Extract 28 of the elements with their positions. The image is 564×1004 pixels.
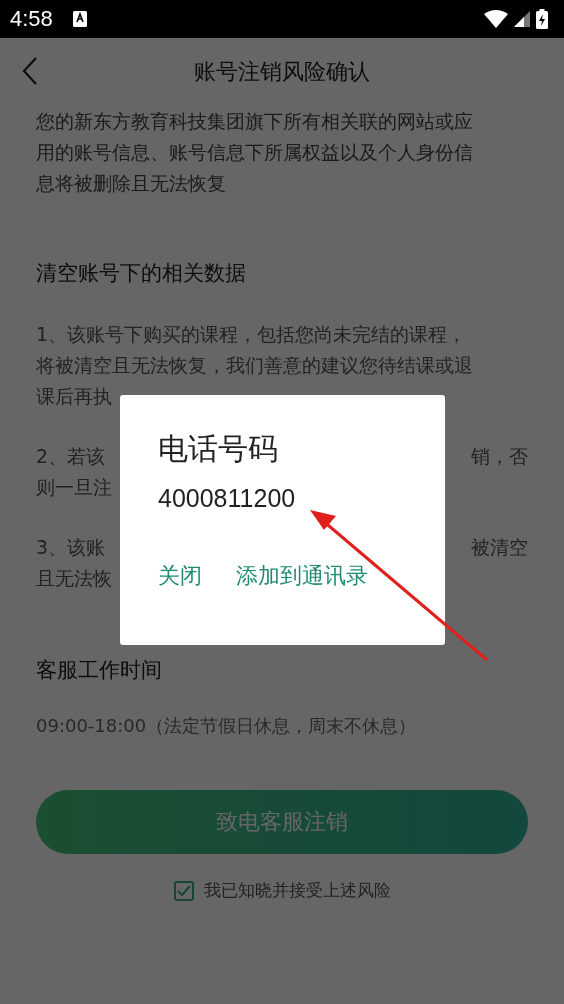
wifi-icon	[484, 10, 508, 28]
body-text: 1、该账号下购买的课程，包括您尚未完结的课程，	[36, 322, 467, 347]
intro-text: 用的账号信息、账号信息下所属权益以及个人身份信	[36, 140, 474, 165]
phone-number: 4000811200	[158, 484, 297, 513]
agreement-text: 我已知晓并接受上述风险	[203, 879, 391, 902]
intro-text: 您的新东方教育科技集团旗下所有相关联的网站或应	[36, 109, 474, 134]
section-heading: 客服工作时间	[35, 657, 163, 684]
body-text: 且无法恢	[36, 566, 112, 591]
back-icon[interactable]	[22, 57, 38, 85]
section-heading: 清空账号下的相关数据	[35, 260, 247, 287]
dialog-button[interactable]: 关闭	[152, 557, 208, 595]
body-text: 销，否	[471, 444, 528, 469]
body-text: 则一旦注	[36, 475, 112, 500]
dialog-button[interactable]: 添加到通讯录	[230, 557, 374, 595]
body-text: 将被清空且无法恢复，我们善意的建议您待结课或退	[36, 353, 473, 378]
keyboard-notification-icon	[72, 11, 87, 27]
service-hours-text: 09:00-18:00（法定节假日休息，周末不休息）	[35, 714, 418, 738]
page-title: 账号注销风险确认	[194, 58, 370, 86]
checkbox[interactable]	[173, 880, 194, 901]
body-text: 3、该账	[36, 535, 106, 560]
body-text: 课后再执	[36, 384, 112, 409]
signal-icon	[514, 11, 530, 27]
body-text: 2、若该	[36, 444, 106, 469]
dialog-title: 电话号码	[158, 430, 279, 468]
intro-text: 息将被删除且无法恢复	[36, 171, 227, 196]
status-time: 4:58	[10, 6, 53, 32]
battery-icon	[536, 9, 548, 29]
body-text: 被清空	[471, 535, 528, 560]
